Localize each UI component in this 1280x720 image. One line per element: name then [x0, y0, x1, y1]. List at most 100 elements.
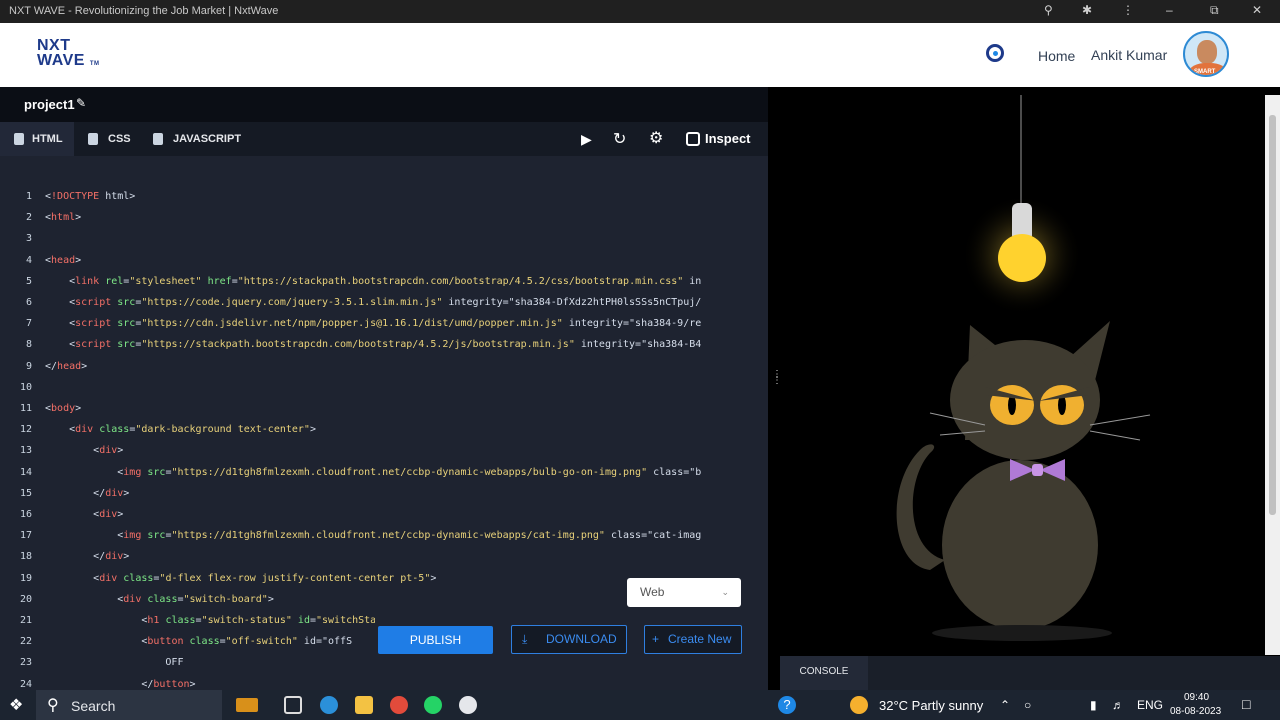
- code-line[interactable]: <h1 class="switch-status" id="switchStat…: [45, 615, 375, 626]
- close-icon[interactable]: ✕: [1252, 3, 1262, 17]
- code-line[interactable]: <script src="https://stackpath.bootstrap…: [45, 339, 753, 350]
- line-number: 5: [25, 276, 32, 287]
- bulb-icon: [998, 234, 1046, 282]
- task-view-icon[interactable]: [284, 696, 302, 714]
- file-explorer-icon[interactable]: [355, 696, 373, 714]
- line-number: 19: [19, 573, 32, 584]
- view-mode-select[interactable]: Web ⌄: [627, 578, 741, 607]
- download-button[interactable]: ⤓ DOWNLOAD: [511, 625, 627, 654]
- logo-line1: NXT: [37, 37, 71, 54]
- avatar[interactable]: SMART: [1183, 31, 1229, 77]
- app-icon[interactable]: [459, 696, 477, 714]
- line-number: 7: [25, 318, 32, 329]
- line-number: 24: [19, 679, 32, 690]
- code-line[interactable]: <img src="https://d1tgh8fmlzexmh.cloudfr…: [45, 530, 753, 541]
- pencil-icon[interactable]: ✎: [76, 96, 86, 110]
- whatsapp-icon[interactable]: [424, 696, 442, 714]
- code-line[interactable]: <!DOCTYPE html>: [45, 191, 753, 202]
- line-number: 11: [19, 403, 32, 414]
- code-line[interactable]: <div>: [45, 509, 753, 520]
- code-line[interactable]: <button class="off-switch" id="offS: [45, 636, 375, 647]
- line-number: 20: [19, 594, 32, 605]
- create-new-button[interactable]: + Create New: [644, 625, 742, 654]
- publish-button[interactable]: PUBLISH: [378, 626, 493, 654]
- inspect-label[interactable]: Inspect: [705, 131, 751, 146]
- create-new-label: Create New: [668, 632, 732, 646]
- tab-css-label: CSS: [108, 133, 131, 145]
- preview-scrollbar[interactable]: [1265, 95, 1280, 655]
- code-line[interactable]: </button>: [45, 679, 753, 690]
- line-number: 18: [19, 551, 32, 562]
- user-name[interactable]: Ankit Kumar: [1091, 47, 1167, 63]
- windows-icon[interactable]: ❖: [9, 695, 23, 715]
- code-line[interactable]: OFF: [45, 657, 753, 668]
- nav-home-link[interactable]: Home: [1038, 48, 1075, 64]
- code-line[interactable]: <div>: [45, 445, 753, 456]
- line-number: 16: [19, 509, 32, 520]
- code-line[interactable]: <html>: [45, 212, 753, 223]
- weather-icon[interactable]: [850, 696, 868, 714]
- search-icon[interactable]: ⚲: [1044, 3, 1053, 17]
- language-label[interactable]: ENG: [1137, 698, 1163, 712]
- project-name[interactable]: project1: [24, 97, 75, 112]
- minimize-icon[interactable]: –: [1166, 3, 1173, 17]
- project-bar: project1 ✎: [0, 87, 768, 122]
- clock-date[interactable]: 08-08-2023: [1170, 706, 1221, 717]
- extensions-icon[interactable]: ✱: [1082, 3, 1092, 17]
- line-number: 9: [25, 361, 32, 372]
- play-icon[interactable]: ▶: [581, 131, 592, 148]
- code-line[interactable]: </div>: [45, 488, 753, 499]
- timer-icon[interactable]: [986, 44, 1004, 62]
- taskbar-search[interactable]: ⚲ Search: [36, 690, 258, 720]
- avatar-badge: SMART: [1194, 69, 1216, 75]
- line-number: 21: [19, 615, 32, 626]
- app-header: NXT WAVE TM Home Ankit Kumar SMART: [0, 23, 1280, 87]
- js-file-icon: [153, 133, 163, 145]
- code-line[interactable]: <script src="https://code.jquery.com/jqu…: [45, 297, 753, 308]
- console-tab[interactable]: CONSOLE: [780, 656, 868, 690]
- cat-icon: [896, 321, 1151, 630]
- battery-icon[interactable]: ▮: [1090, 698, 1097, 712]
- volume-icon[interactable]: ♬: [1112, 698, 1124, 712]
- chrome-icon[interactable]: [390, 696, 408, 714]
- code-line[interactable]: </head>: [45, 361, 753, 372]
- settings-icon[interactable]: ⚙: [649, 128, 663, 148]
- browser-titlebar: NXT WAVE - Revolutionizing the Job Marke…: [0, 0, 1280, 23]
- line-number: 1: [25, 191, 32, 202]
- tab-css[interactable]: CSS: [74, 122, 136, 156]
- code-line[interactable]: <img src="https://d1tgh8fmlzexmh.cloudfr…: [45, 467, 753, 478]
- view-mode-value: Web: [640, 585, 665, 599]
- clock-time[interactable]: 09:40: [1184, 692, 1209, 703]
- inspect-checkbox[interactable]: [686, 132, 700, 146]
- tab-javascript[interactable]: JAVASCRIPT: [138, 122, 248, 156]
- code-line[interactable]: </div>: [45, 551, 753, 562]
- plus-icon: +: [652, 632, 660, 646]
- line-number: 12: [19, 424, 32, 435]
- code-line[interactable]: <head>: [45, 255, 753, 266]
- edge-icon[interactable]: [320, 696, 338, 714]
- html-file-icon: [14, 133, 24, 145]
- menu-icon[interactable]: ⋮: [1122, 3, 1134, 17]
- logo[interactable]: NXT WAVE TM: [37, 38, 100, 72]
- code-line[interactable]: <body>: [45, 403, 753, 414]
- download-icon: ⤓: [522, 632, 528, 646]
- code-line[interactable]: <div class="dark-background text-center"…: [45, 424, 753, 435]
- avatar-face: [1197, 40, 1217, 64]
- output-preview[interactable]: [780, 95, 1265, 655]
- logo-tm: TM: [89, 61, 100, 67]
- scrollbar-thumb[interactable]: [1269, 115, 1276, 515]
- restore-icon[interactable]: ⧉: [1210, 3, 1219, 18]
- browser-title: NXT WAVE - Revolutionizing the Job Marke…: [9, 5, 279, 17]
- weather-text[interactable]: 32°C Partly sunny: [879, 698, 983, 713]
- line-number: 10: [19, 382, 32, 393]
- line-number: 17: [19, 530, 32, 541]
- tab-html[interactable]: HTML: [0, 122, 74, 156]
- chevron-up-icon[interactable]: ⌃: [1000, 698, 1010, 712]
- notification-icon[interactable]: □: [1242, 696, 1250, 712]
- help-icon[interactable]: ?: [778, 696, 796, 714]
- code-line[interactable]: <script src="https://cdn.jsdelivr.net/np…: [45, 318, 753, 329]
- reset-icon[interactable]: ↻: [613, 129, 626, 149]
- taskbar-search-label: Search: [71, 698, 116, 714]
- wifi-icon[interactable]: ○: [1024, 698, 1031, 712]
- code-line[interactable]: <link rel="stylesheet" href="https://sta…: [45, 276, 753, 287]
